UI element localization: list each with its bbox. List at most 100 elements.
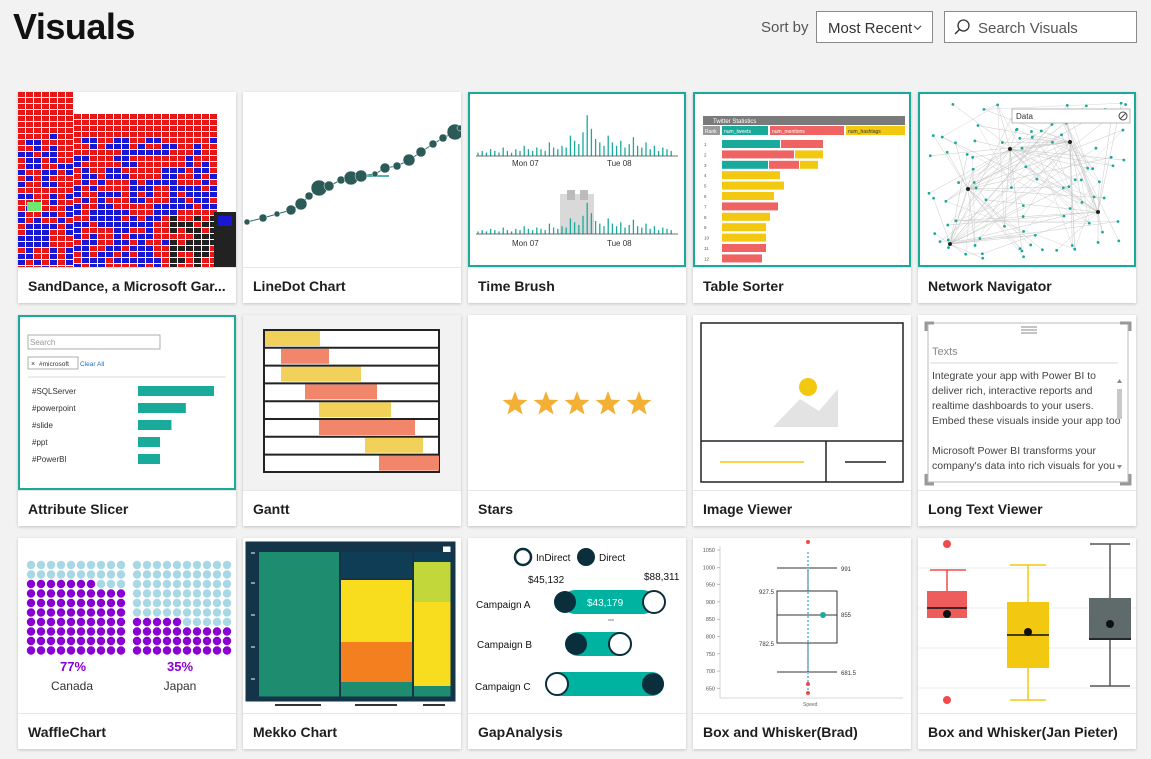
svg-text:991: 991 xyxy=(841,567,852,573)
svg-text:num_mentions: num_mentions xyxy=(772,129,805,135)
search-input[interactable] xyxy=(978,18,1128,38)
visual-card-title: WaffleChart xyxy=(28,724,107,740)
visual-card-long-text-viewer[interactable]: Texts Integrate your app with Power BI t… xyxy=(918,315,1136,526)
waffle-thumbnail: 77% Canada 35% Japan xyxy=(18,538,236,713)
svg-text:2: 2 xyxy=(704,152,707,157)
svg-text:num_tweets: num_tweets xyxy=(724,129,751,135)
gantt-thumbnail xyxy=(243,315,461,490)
svg-text:800: 800 xyxy=(706,635,715,641)
svg-text:num_hashtags: num_hashtags xyxy=(848,129,881,135)
svg-text:3: 3 xyxy=(704,163,707,168)
visual-card-box-whisker-jan-pieter[interactable]: Box and Whisker(Jan Pieter) xyxy=(918,538,1136,749)
visual-card-title: Mekko Chart xyxy=(253,724,338,740)
search-icon xyxy=(954,19,970,35)
long-text-line: deliver rich, interactive reports and xyxy=(932,385,1093,397)
visual-card-wafflechart[interactable]: 77% Canada 35% Japan WaffleChart xyxy=(18,538,236,749)
svg-text:×: × xyxy=(31,361,35,368)
visual-card-title: LineDot Chart xyxy=(253,278,346,294)
visual-card-time-brush[interactable]: Mon 07 Tue 08 Mon 07 Tue 08 Time Brush xyxy=(468,92,686,303)
long-text-thumbnail: Texts Integrate your app with Power BI t… xyxy=(918,315,1136,490)
visual-card-stars[interactable]: Stars xyxy=(468,315,686,526)
gap-mid-value: $43,179 xyxy=(587,598,624,609)
timebrush-thumbnail: Mon 07 Tue 08 Mon 07 Tue 08 xyxy=(468,92,686,267)
visual-card-linedot-chart[interactable]: LineDot Chart xyxy=(243,92,461,303)
long-text-line: company's data into rich visuals for you xyxy=(932,460,1115,472)
gap-right-value: $88,311 xyxy=(644,572,680,583)
svg-text:4: 4 xyxy=(704,173,707,178)
time-brush-label-tue-2: Tue 08 xyxy=(607,239,632,248)
slicer-chip: #microsoft xyxy=(39,361,69,368)
time-brush-label-tue: Tue 08 xyxy=(607,159,632,168)
svg-text:#SQLServer: #SQLServer xyxy=(32,387,76,396)
svg-text:650: 650 xyxy=(706,686,715,692)
waffle-label-japan: Japan xyxy=(164,679,197,693)
visual-card-gapanalysis[interactable]: InDirect Direct $45,132 $88,311 Campaign… xyxy=(468,538,686,749)
svg-text:8: 8 xyxy=(704,215,707,220)
svg-text:1050: 1050 xyxy=(703,548,715,554)
image-viewer-thumbnail xyxy=(693,315,911,490)
visual-card-network-navigator[interactable]: Data Network Navigator xyxy=(918,92,1136,303)
mekko-thumbnail xyxy=(243,538,461,713)
slicer-search: Search xyxy=(30,338,55,347)
svg-text:1000: 1000 xyxy=(703,565,715,571)
svg-text:9: 9 xyxy=(704,225,707,230)
gap-campaign-a: Campaign A xyxy=(476,600,531,611)
waffle-pct-japan: 35% xyxy=(167,659,193,674)
time-brush-label-mon-2: Mon 07 xyxy=(512,239,539,248)
box-brad-thumbnail: 1050 1000 950 900 850 800 750 700 650 991 927.5 … xyxy=(693,538,911,713)
gap-legend-indirect: InDirect xyxy=(536,553,571,564)
visual-card-title: Stars xyxy=(478,501,514,517)
svg-text:#slide: #slide xyxy=(32,421,53,430)
visual-card-table-sorter[interactable]: Twitter Statistics Rank num_tweets num_m… xyxy=(693,92,911,303)
svg-text:11: 11 xyxy=(704,246,709,251)
sort-dropdown-value: Most Recent xyxy=(828,20,913,37)
long-text-line: Integrate your app with Power BI to xyxy=(932,370,1096,382)
visual-card-box-whisker-brad[interactable]: 1050 1000 950 900 850 800 750 700 650 991 927.5 … xyxy=(693,538,911,749)
svg-text:700: 700 xyxy=(706,669,715,675)
visual-card-title: Gantt xyxy=(253,501,290,517)
gap-campaign-c: Campaign C xyxy=(475,682,531,693)
visual-card-title: Box and Whisker(Jan Pieter) xyxy=(928,724,1118,740)
svg-text:12: 12 xyxy=(704,256,710,261)
svg-text:Rank: Rank xyxy=(705,129,717,135)
svg-text:850: 850 xyxy=(706,617,715,623)
star-icon xyxy=(533,391,559,415)
star-icon xyxy=(564,391,590,415)
gap-campaign-b: Campaign B xyxy=(477,640,532,651)
visual-card-mekko-chart[interactable]: Mekko Chart xyxy=(243,538,461,749)
gap-thumbnail: InDirect Direct $45,132 $88,311 Campaign… xyxy=(468,538,686,713)
long-text-line: Microsoft Power BI transforms your xyxy=(932,445,1096,457)
visual-card-image-viewer[interactable]: Image Viewer xyxy=(693,315,911,526)
box-jp-thumbnail xyxy=(918,538,1136,713)
svg-text:855: 855 xyxy=(841,613,852,619)
visual-card-title: Box and Whisker(Brad) xyxy=(703,724,858,740)
visual-card-title: Attribute Slicer xyxy=(28,501,129,517)
sun-icon xyxy=(799,378,817,396)
svg-text:900: 900 xyxy=(706,600,715,606)
svg-text:6: 6 xyxy=(704,194,707,199)
attribute-slicer-thumbnail: Search × #microsoft Clear All #SQLServer… xyxy=(18,315,236,490)
sort-dropdown[interactable]: Most Recent xyxy=(816,11,933,43)
visual-card-title: Long Text Viewer xyxy=(928,501,1043,517)
visual-card-attribute-slicer[interactable]: Search × #microsoft Clear All #SQLServer… xyxy=(18,315,236,526)
svg-text:750: 750 xyxy=(706,652,715,658)
svg-text:7: 7 xyxy=(704,204,707,209)
visual-card-sanddance[interactable]: SandDance, a Microsoft Gar... xyxy=(18,92,236,303)
visual-card-title: Time Brush xyxy=(478,278,555,294)
search-box[interactable] xyxy=(944,11,1137,43)
waffle-pct-canada: 77% xyxy=(60,659,86,674)
visual-card-gantt[interactable]: Gantt xyxy=(243,315,461,526)
chevron-down-icon xyxy=(913,25,922,31)
svg-text:782.5: 782.5 xyxy=(759,642,775,648)
svg-text:10: 10 xyxy=(704,236,710,241)
visual-card-title: SandDance, a Microsoft Gar... xyxy=(28,278,226,294)
time-brush-label-mon: Mon 07 xyxy=(512,159,539,168)
network-thumbnail: Data xyxy=(918,92,1136,267)
visual-card-title: Network Navigator xyxy=(928,278,1052,294)
star-icon xyxy=(626,391,652,415)
star-icon xyxy=(502,391,528,415)
waffle-label-canada: Canada xyxy=(51,679,93,693)
svg-text:1: 1 xyxy=(704,142,707,147)
stars-thumbnail xyxy=(468,315,686,490)
long-text-line: Embed these visuals inside your app too xyxy=(932,415,1121,427)
